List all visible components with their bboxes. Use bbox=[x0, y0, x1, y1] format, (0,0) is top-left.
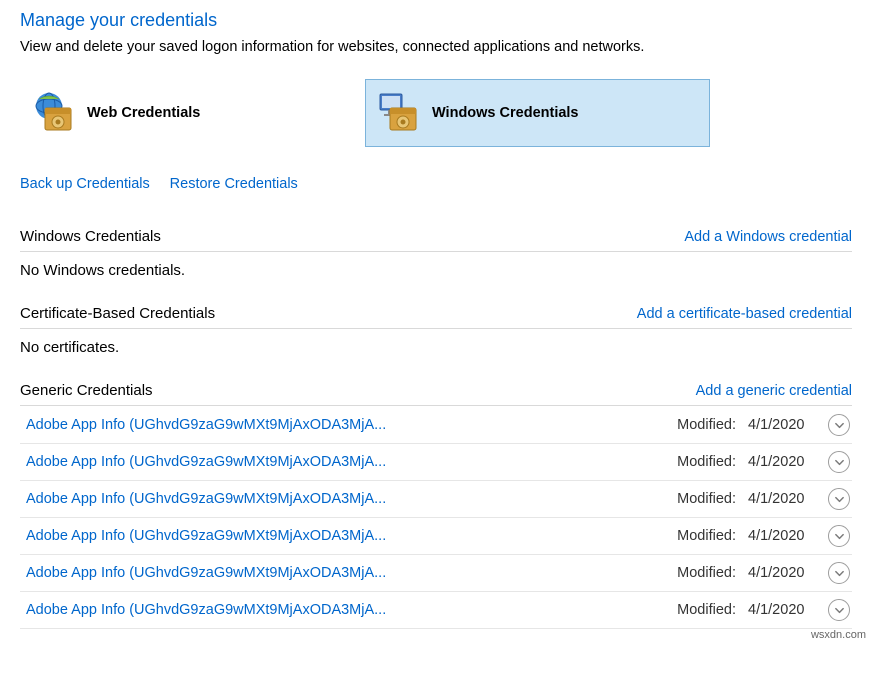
section-generic-title: Generic Credentials bbox=[20, 382, 153, 399]
tab-windows-label: Windows Credentials bbox=[432, 105, 579, 121]
credential-name[interactable]: Adobe App Info (UGhvdG9zaG9wMXt9MjAxODA3… bbox=[26, 602, 669, 618]
chevron-down-icon bbox=[834, 605, 845, 616]
watermark: wsxdn.com bbox=[811, 629, 866, 641]
section-cert-title: Certificate-Based Credentials bbox=[20, 305, 215, 322]
section-cert-credentials: Certificate-Based Credentials Add a cert… bbox=[20, 305, 852, 356]
credential-date: 4/1/2020 bbox=[748, 491, 814, 507]
cert-credentials-empty: No certificates. bbox=[20, 329, 852, 356]
expand-credential-button[interactable] bbox=[828, 599, 850, 621]
credential-row: Adobe App Info (UGhvdG9zaG9wMXt9MjAxODA3… bbox=[20, 555, 852, 592]
chevron-down-icon bbox=[834, 531, 845, 542]
tab-web-label: Web Credentials bbox=[87, 105, 200, 121]
restore-credentials-link[interactable]: Restore Credentials bbox=[170, 176, 298, 192]
credential-modified-label: Modified: bbox=[677, 565, 736, 581]
windows-credentials-icon bbox=[376, 90, 422, 136]
expand-credential-button[interactable] bbox=[828, 525, 850, 547]
credential-date: 4/1/2020 bbox=[748, 602, 814, 618]
credential-date: 4/1/2020 bbox=[748, 417, 814, 433]
tab-web-credentials[interactable]: Web Credentials bbox=[20, 79, 365, 147]
credential-row: Adobe App Info (UGhvdG9zaG9wMXt9MjAxODA3… bbox=[20, 518, 852, 555]
windows-credentials-empty: No Windows credentials. bbox=[20, 252, 852, 279]
credential-date: 4/1/2020 bbox=[748, 565, 814, 581]
credential-name[interactable]: Adobe App Info (UGhvdG9zaG9wMXt9MjAxODA3… bbox=[26, 454, 669, 470]
generic-credential-list: Adobe App Info (UGhvdG9zaG9wMXt9MjAxODA3… bbox=[20, 407, 852, 629]
add-cert-credential-link[interactable]: Add a certificate-based credential bbox=[637, 306, 852, 322]
add-generic-credential-link[interactable]: Add a generic credential bbox=[696, 383, 852, 399]
backup-credentials-link[interactable]: Back up Credentials bbox=[20, 176, 150, 192]
tab-row: Web Credentials Windows Credentials bbox=[20, 79, 852, 147]
credential-modified-label: Modified: bbox=[677, 602, 736, 618]
credential-modified-label: Modified: bbox=[677, 454, 736, 470]
credential-date: 4/1/2020 bbox=[748, 454, 814, 470]
expand-credential-button[interactable] bbox=[828, 562, 850, 584]
section-windows-credentials: Windows Credentials Add a Windows creden… bbox=[20, 228, 852, 279]
credential-name[interactable]: Adobe App Info (UGhvdG9zaG9wMXt9MjAxODA3… bbox=[26, 491, 669, 507]
chevron-down-icon bbox=[834, 568, 845, 579]
credential-modified-label: Modified: bbox=[677, 528, 736, 544]
credential-row: Adobe App Info (UGhvdG9zaG9wMXt9MjAxODA3… bbox=[20, 592, 852, 629]
page-title: Manage your credentials bbox=[20, 10, 852, 31]
expand-credential-button[interactable] bbox=[828, 414, 850, 436]
tab-windows-credentials[interactable]: Windows Credentials bbox=[365, 79, 710, 147]
credential-name[interactable]: Adobe App Info (UGhvdG9zaG9wMXt9MjAxODA3… bbox=[26, 528, 669, 544]
credential-modified-label: Modified: bbox=[677, 417, 736, 433]
chevron-down-icon bbox=[834, 494, 845, 505]
action-link-row: Back up Credentials Restore Credentials bbox=[20, 175, 852, 192]
credential-name[interactable]: Adobe App Info (UGhvdG9zaG9wMXt9MjAxODA3… bbox=[26, 565, 669, 581]
page-subtitle: View and delete your saved logon informa… bbox=[20, 39, 852, 55]
web-credentials-icon bbox=[31, 90, 77, 136]
credential-name[interactable]: Adobe App Info (UGhvdG9zaG9wMXt9MjAxODA3… bbox=[26, 417, 669, 433]
section-generic-credentials: Generic Credentials Add a generic creden… bbox=[20, 382, 852, 629]
chevron-down-icon bbox=[834, 420, 845, 431]
expand-credential-button[interactable] bbox=[828, 451, 850, 473]
chevron-down-icon bbox=[834, 457, 845, 468]
credential-modified-label: Modified: bbox=[677, 491, 736, 507]
credential-date: 4/1/2020 bbox=[748, 528, 814, 544]
credential-row: Adobe App Info (UGhvdG9zaG9wMXt9MjAxODA3… bbox=[20, 481, 852, 518]
expand-credential-button[interactable] bbox=[828, 488, 850, 510]
add-windows-credential-link[interactable]: Add a Windows credential bbox=[684, 229, 852, 245]
credential-row: Adobe App Info (UGhvdG9zaG9wMXt9MjAxODA3… bbox=[20, 407, 852, 444]
section-windows-title: Windows Credentials bbox=[20, 228, 161, 245]
credential-row: Adobe App Info (UGhvdG9zaG9wMXt9MjAxODA3… bbox=[20, 444, 852, 481]
